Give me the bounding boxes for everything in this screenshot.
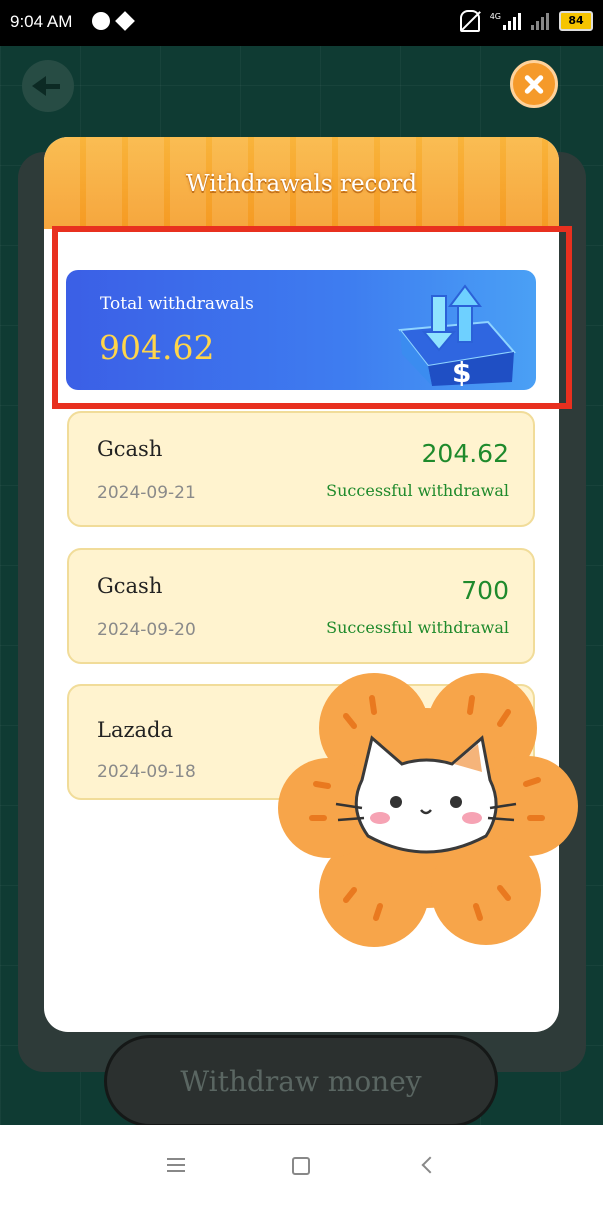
record-status: Successful withdrawal	[326, 618, 509, 637]
notification-icons	[92, 11, 135, 31]
system-nav-bar	[0, 1125, 603, 1205]
record-date: 2024-09-18	[97, 762, 196, 782]
wifi-icon	[531, 12, 549, 30]
nav-back-button[interactable]	[421, 1156, 439, 1174]
record-method: Gcash	[97, 574, 163, 598]
withdraw-money-button[interactable]: Withdraw money	[104, 1035, 498, 1127]
signal-icon	[503, 12, 521, 30]
highlight-box	[52, 226, 572, 409]
messenger-icon	[92, 12, 110, 30]
recent-apps-button[interactable]	[167, 1158, 185, 1176]
record-item: Gcash 2024-09-21 204.62 Successful withd…	[67, 411, 535, 527]
dialog-header: Withdrawals record	[44, 137, 559, 229]
record-item: Gcash 2024-09-20 700 Successful withdraw…	[67, 548, 535, 664]
record-date: 2024-09-21	[97, 483, 196, 503]
mute-bell-icon	[459, 10, 480, 32]
home-button[interactable]	[292, 1157, 310, 1175]
back-button[interactable]	[22, 60, 74, 112]
close-button[interactable]	[510, 60, 558, 108]
system-icons: 4G 84	[459, 10, 593, 32]
cat-sticker-icon	[278, 673, 578, 947]
dialog-title: Withdrawals record	[186, 171, 417, 197]
record-amount: 700	[461, 576, 509, 605]
status-bar: 9:04 AM 4G 84	[0, 0, 603, 46]
dropbox-icon	[115, 11, 135, 31]
network-type: 4G	[489, 11, 501, 21]
status-time: 9:04 AM	[10, 12, 73, 31]
record-method: Gcash	[97, 437, 163, 461]
record-date: 2024-09-20	[97, 620, 196, 640]
record-status: Successful withdrawal	[326, 481, 509, 500]
back-arrow-icon	[32, 76, 60, 96]
record-method: Lazada	[97, 718, 174, 742]
record-amount: 204.62	[421, 439, 509, 468]
battery-icon: 84	[559, 11, 593, 31]
